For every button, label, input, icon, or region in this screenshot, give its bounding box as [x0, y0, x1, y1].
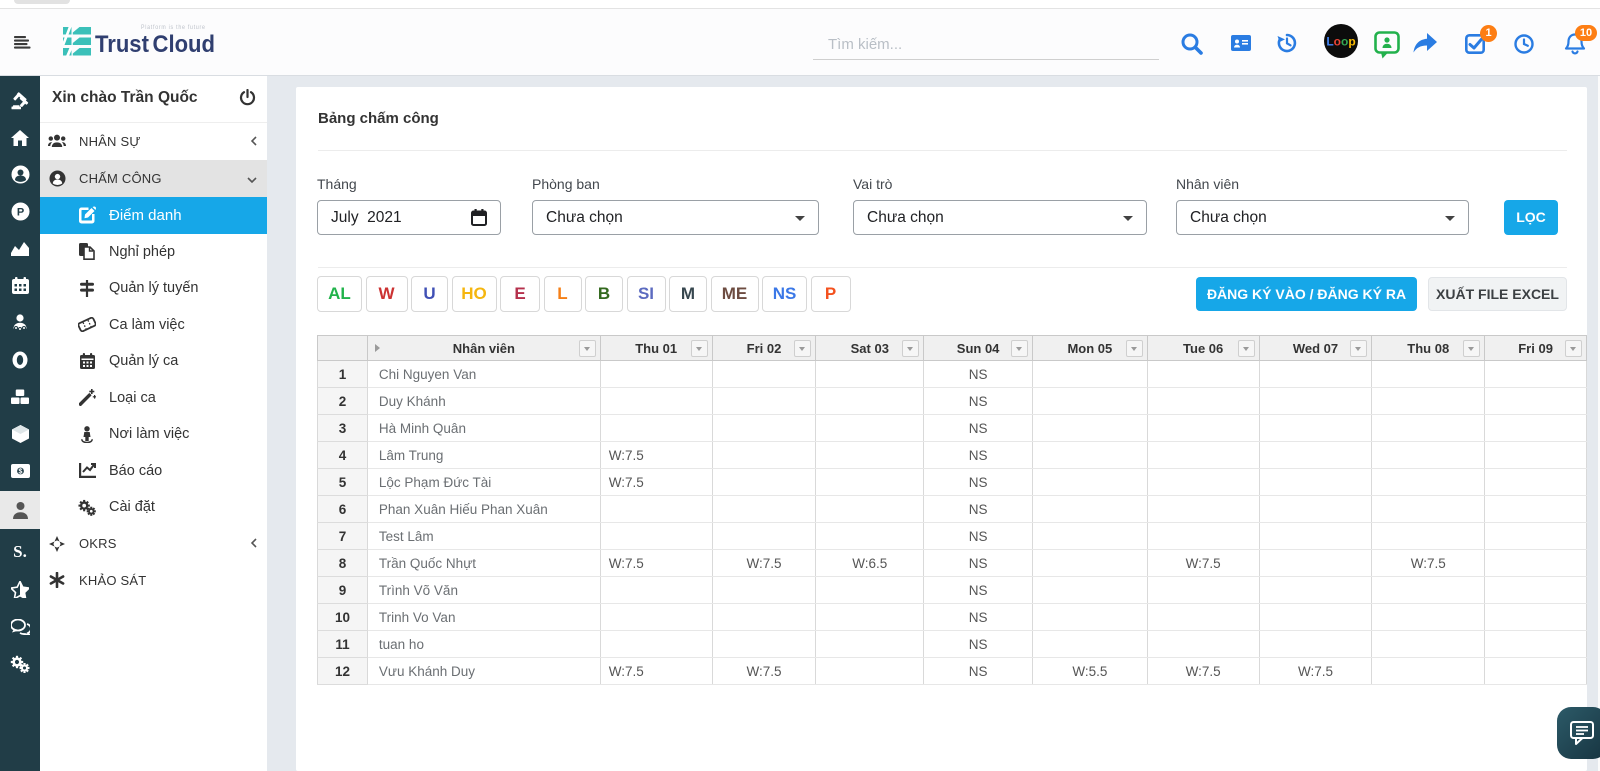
svg-text:P: P [16, 207, 23, 219]
svg-text:$: $ [18, 468, 22, 475]
svg-text:Loop: Loop [1326, 35, 1355, 49]
